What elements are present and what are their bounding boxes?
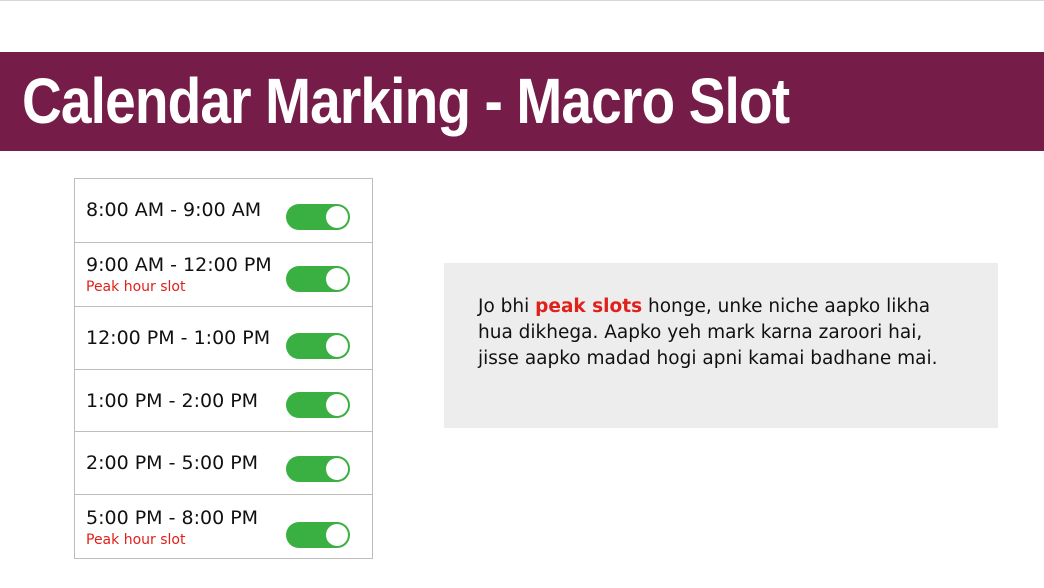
- peak-slots-highlight: peak slots: [535, 296, 643, 317]
- top-divider: [0, 0, 1044, 1]
- title-banner: Calendar Marking - Macro Slot: [0, 52, 1044, 151]
- toggle-knob: [326, 206, 348, 228]
- slot-toggle-switch[interactable]: [286, 392, 350, 418]
- peak-hour-note: Peak hour slot: [86, 279, 186, 295]
- slot-row: 8:00 AM - 9:00 AM: [75, 179, 372, 242]
- slot-list: 8:00 AM - 9:00 AM 9:00 AM - 12:00 PM Pea…: [74, 178, 373, 559]
- slot-toggle-switch[interactable]: [286, 266, 350, 292]
- peak-hour-note: Peak hour slot: [86, 532, 186, 548]
- toggle-knob: [326, 458, 348, 480]
- toggle-knob: [326, 268, 348, 290]
- info-text-prefix: Jo bhi: [478, 296, 536, 317]
- toggle-knob: [326, 394, 348, 416]
- slot-row: 12:00 PM - 1:00 PM: [75, 306, 372, 369]
- slot-row: 9:00 AM - 12:00 PM Peak hour slot: [75, 242, 372, 306]
- info-callout: Jo bhi peak slots honge, unke niche aapk…: [444, 263, 998, 428]
- slot-row: 5:00 PM - 8:00 PM Peak hour slot: [75, 494, 372, 558]
- slot-time-label: 5:00 PM - 8:00 PM: [86, 507, 259, 529]
- toggle-knob: [326, 335, 348, 357]
- page-title: Calendar Marking - Macro Slot: [22, 65, 790, 137]
- slot-toggle-switch[interactable]: [286, 204, 350, 230]
- slot-toggle-switch[interactable]: [286, 456, 350, 482]
- toggle-knob: [326, 524, 348, 546]
- slot-toggle-switch[interactable]: [286, 333, 350, 359]
- slot-time-label: 9:00 AM - 12:00 PM: [86, 254, 272, 276]
- slot-time-label: 12:00 PM - 1:00 PM: [86, 327, 271, 349]
- slot-row: 2:00 PM - 5:00 PM: [75, 431, 372, 494]
- slot-row: 1:00 PM - 2:00 PM: [75, 369, 372, 431]
- slot-toggle-switch[interactable]: [286, 522, 350, 548]
- slot-time-label: 1:00 PM - 2:00 PM: [86, 390, 259, 412]
- slot-time-label: 8:00 AM - 9:00 AM: [86, 199, 262, 221]
- info-text: Jo bhi peak slots honge, unke niche aapk…: [478, 294, 968, 372]
- slot-time-label: 2:00 PM - 5:00 PM: [86, 452, 259, 474]
